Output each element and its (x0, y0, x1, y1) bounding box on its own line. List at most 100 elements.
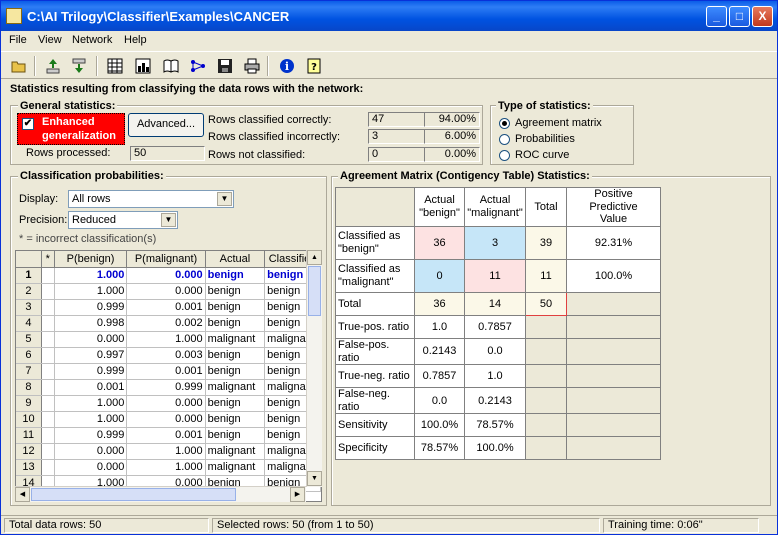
enhanced-generalization-checkbox[interactable]: ✔ Enhanced generalization (17, 113, 125, 145)
table-row[interactable]: 12 0.000 1.000 malignant malignant (16, 443, 321, 460)
title-bar[interactable]: C:\AI Trilogy\Classifier\Examples\CANCER… (1, 1, 777, 31)
row-actual[interactable]: benign (205, 427, 266, 444)
table-icon[interactable] (105, 56, 125, 76)
table-row[interactable]: 5 0.000 1.000 malignant malignant (16, 331, 321, 348)
row-number[interactable]: 10 (16, 411, 42, 428)
row-p-malignant[interactable]: 1.000 (126, 331, 206, 348)
chart-icon[interactable] (133, 56, 153, 76)
row-actual[interactable]: benign (205, 395, 266, 412)
book-icon[interactable] (161, 56, 181, 76)
radio-label-roc-curve[interactable]: ROC curve (515, 149, 569, 161)
row-incorrect-flag[interactable] (41, 299, 55, 316)
row-actual[interactable]: malignant (205, 379, 266, 396)
table-row[interactable]: 11 0.999 0.001 benign benign (16, 427, 321, 444)
row-actual[interactable]: benign (205, 315, 266, 332)
table-row[interactable]: 9 1.000 0.000 benign benign (16, 395, 321, 412)
radio-roc-curve[interactable] (499, 150, 510, 161)
row-p-benign[interactable]: 0.999 (54, 427, 128, 444)
row-p-malignant[interactable]: 0.001 (126, 299, 206, 316)
menu-help[interactable]: Help (124, 34, 147, 46)
row-number[interactable]: 11 (16, 427, 42, 444)
probabilities-grid[interactable]: * P(benign) P(malignant) Actual Classifi… (15, 250, 322, 502)
row-incorrect-flag[interactable] (41, 331, 55, 348)
row-incorrect-flag[interactable] (41, 315, 55, 332)
row-actual[interactable]: benign (205, 283, 266, 300)
row-actual[interactable]: benign (205, 363, 266, 380)
save-icon[interactable] (215, 56, 235, 76)
row-number[interactable]: 7 (16, 363, 42, 380)
row-actual[interactable]: benign (205, 347, 266, 364)
advanced-button[interactable]: Advanced... (128, 113, 204, 137)
row-p-benign[interactable]: 0.997 (54, 347, 128, 364)
row-p-malignant[interactable]: 0.000 (126, 411, 206, 428)
row-number[interactable]: 8 (16, 379, 42, 396)
radio-label-probabilities[interactable]: Probabilities (515, 133, 575, 145)
row-incorrect-flag[interactable] (41, 411, 55, 428)
row-number[interactable]: 2 (16, 283, 42, 300)
row-p-benign[interactable]: 0.000 (54, 443, 128, 460)
row-incorrect-flag[interactable] (41, 379, 55, 396)
row-incorrect-flag[interactable] (41, 363, 55, 380)
maximize-button[interactable]: □ (729, 6, 750, 27)
import-icon[interactable] (43, 56, 63, 76)
precision-select[interactable]: Reduced ▼ (68, 211, 178, 229)
radio-probabilities[interactable] (499, 134, 510, 145)
row-p-benign[interactable]: 1.000 (54, 283, 128, 300)
grid-header-actual[interactable]: Actual (205, 251, 266, 268)
row-incorrect-flag[interactable] (41, 459, 55, 476)
info-icon[interactable]: i (277, 56, 297, 76)
table-row[interactable]: 7 0.999 0.001 benign benign (16, 363, 321, 380)
row-p-benign[interactable]: 1.000 (54, 395, 128, 412)
row-number[interactable]: 13 (16, 459, 42, 476)
menu-view[interactable]: View (38, 34, 62, 46)
row-p-benign[interactable]: 0.000 (54, 459, 128, 476)
menu-file[interactable]: File (9, 34, 27, 46)
row-p-malignant[interactable]: 0.001 (126, 363, 206, 380)
row-incorrect-flag[interactable] (41, 283, 55, 300)
scroll-thumb-horizontal[interactable] (31, 488, 236, 501)
grid-header-incorrect[interactable]: * (41, 251, 55, 268)
scroll-thumb[interactable] (308, 266, 321, 316)
row-p-malignant[interactable]: 1.000 (126, 443, 206, 460)
row-incorrect-flag[interactable] (41, 347, 55, 364)
scroll-right-icon[interactable]: ▶ (290, 487, 305, 502)
row-p-malignant[interactable]: 0.000 (126, 283, 206, 300)
row-p-benign[interactable]: 0.000 (54, 331, 128, 348)
row-p-benign[interactable]: 0.001 (54, 379, 128, 396)
minimize-button[interactable]: _ (706, 6, 727, 27)
table-row[interactable]: 6 0.997 0.003 benign benign (16, 347, 321, 364)
radio-label-agreement-matrix[interactable]: Agreement matrix (515, 117, 602, 129)
table-row[interactable]: 1 1.000 0.000 benign benign (16, 267, 321, 284)
network-icon[interactable] (188, 56, 208, 76)
print-icon[interactable] (242, 56, 262, 76)
open-folder-icon[interactable] (9, 56, 29, 76)
row-number[interactable]: 12 (16, 443, 42, 460)
radio-agreement-matrix[interactable] (499, 118, 510, 129)
row-actual[interactable]: malignant (205, 331, 266, 348)
row-number[interactable]: 4 (16, 315, 42, 332)
row-actual[interactable]: benign (205, 299, 266, 316)
row-p-benign[interactable]: 1.000 (54, 267, 128, 284)
table-row[interactable]: 4 0.998 0.002 benign benign (16, 315, 321, 332)
row-p-malignant[interactable]: 0.999 (126, 379, 206, 396)
row-incorrect-flag[interactable] (41, 443, 55, 460)
row-incorrect-flag[interactable] (41, 427, 55, 444)
row-p-benign[interactable]: 0.999 (54, 299, 128, 316)
row-p-malignant[interactable]: 0.002 (126, 315, 206, 332)
row-number[interactable]: 5 (16, 331, 42, 348)
row-incorrect-flag[interactable] (41, 267, 55, 284)
table-row[interactable]: 13 0.000 1.000 malignant malignant (16, 459, 321, 476)
row-number[interactable]: 6 (16, 347, 42, 364)
row-number[interactable]: 9 (16, 395, 42, 412)
row-incorrect-flag[interactable] (41, 395, 55, 412)
row-p-malignant[interactable]: 0.000 (126, 267, 206, 284)
table-row[interactable]: 8 0.001 0.999 malignant malignant (16, 379, 321, 396)
menu-network[interactable]: Network (72, 34, 112, 46)
row-p-benign[interactable]: 0.999 (54, 363, 128, 380)
row-number[interactable]: 3 (16, 299, 42, 316)
row-actual[interactable]: benign (205, 267, 266, 284)
display-select[interactable]: All rows ▼ (68, 190, 234, 208)
row-p-benign[interactable]: 0.998 (54, 315, 128, 332)
row-actual[interactable]: benign (205, 411, 266, 428)
table-row[interactable]: 2 1.000 0.000 benign benign (16, 283, 321, 300)
